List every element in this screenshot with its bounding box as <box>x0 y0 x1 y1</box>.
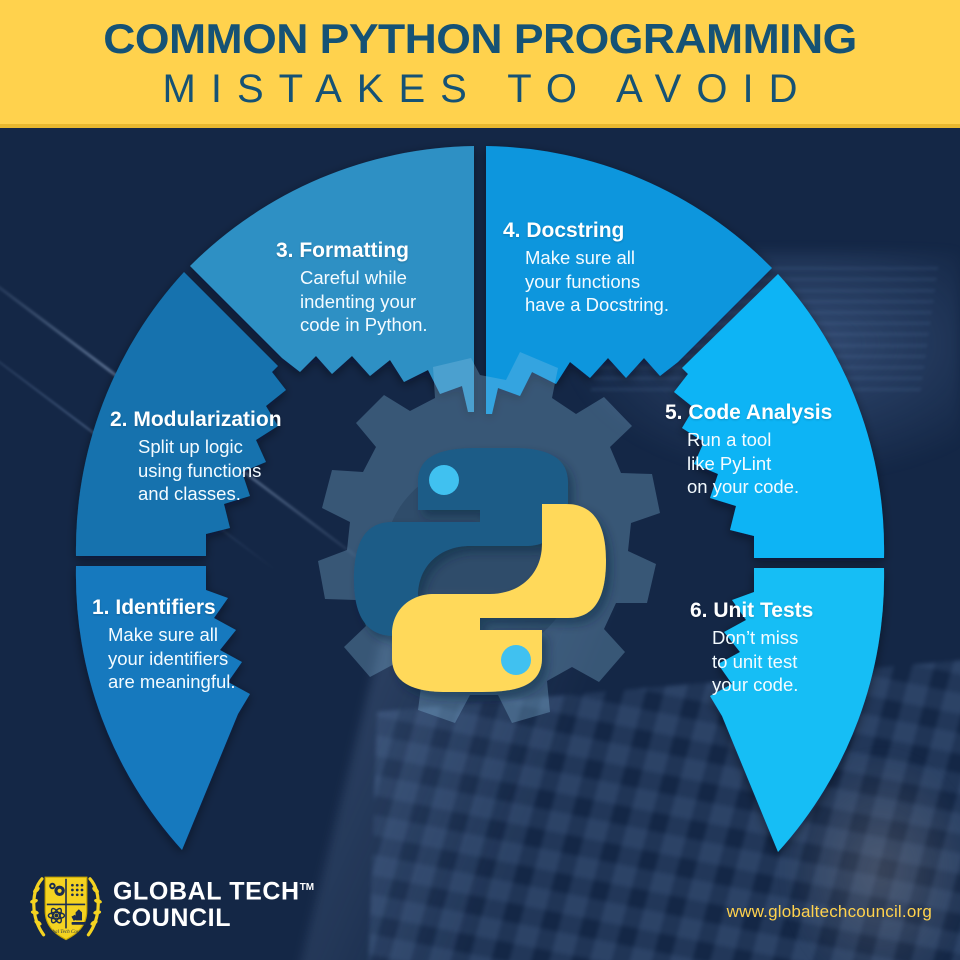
segment-5-text: 5. Code Analysis Run a tool like PyLint … <box>665 400 832 499</box>
header-underline <box>0 124 960 128</box>
brand-line-2: COUNCIL <box>113 904 232 933</box>
website-url[interactable]: www.globaltechcouncil.org <box>727 902 932 922</box>
segment-3-text: 3. Formatting Careful while indenting yo… <box>276 238 428 337</box>
segment-4-title: 4. Docstring <box>503 219 625 242</box>
python-logo-icon <box>354 448 606 692</box>
segment-1-body: Make sure all your identifiers are meani… <box>108 624 236 692</box>
segment-2-body: Split up logic using functions and class… <box>138 436 262 504</box>
segment-4-text: 4. Docstring Make sure all your function… <box>503 218 669 317</box>
segment-4-body: Make sure all your functions have a Docs… <box>525 247 669 315</box>
segment-6-text: 6. Unit Tests Don’t miss to unit test yo… <box>690 598 813 697</box>
trademark-symbol: TM <box>299 882 315 893</box>
segment-5-title: 5. Code Analysis <box>665 401 833 424</box>
page-title-primary: COMMON PYTHON PROGRAMMING <box>103 15 857 62</box>
brand-line-1: GLOBAL TECH <box>113 877 300 906</box>
segment-2-text: 2. Modularization Split up logic using f… <box>110 407 282 506</box>
segment-2-title: 2. Modularization <box>110 408 282 431</box>
segment-5-body: Run a tool like PyLint on your code. <box>687 429 800 497</box>
shield-ribbon-text: Global Tech Council <box>45 929 88 935</box>
segment-6-body: Don’t miss to unit test your code. <box>712 627 799 695</box>
infographic-poster: 1. Identifiers Make sure all your identi… <box>0 0 960 960</box>
brand-wordmark: GLOBAL TECHTM COUNCIL <box>113 874 314 932</box>
header-banner: COMMON PYTHON PROGRAMMING MISTAKES TO AV… <box>0 0 960 126</box>
global-tech-council-shield-icon[interactable]: Global Tech Council <box>26 866 106 946</box>
segment-1-title: 1. Identifiers <box>92 596 216 619</box>
page-title-secondary: MISTAKES TO AVOID <box>162 67 813 111</box>
segment-3-body: Careful while indenting your code in Pyt… <box>300 267 428 335</box>
segment-3-title: 3. Formatting <box>276 239 410 262</box>
segment-1-text: 1. Identifiers Make sure all your identi… <box>92 595 236 694</box>
segment-6-title: 6. Unit Tests <box>690 599 814 622</box>
